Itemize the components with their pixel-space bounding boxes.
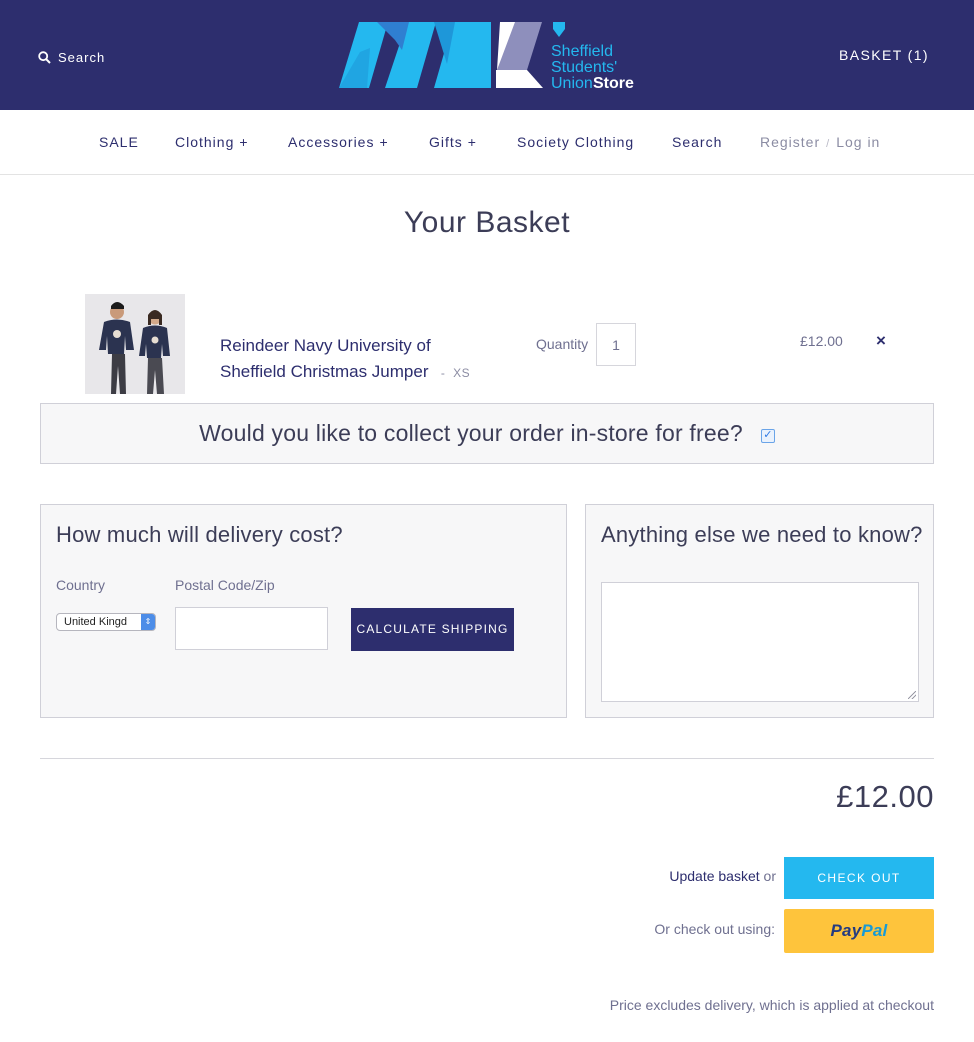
divider [40,758,934,759]
svg-text:Union: Union [551,75,593,90]
alt-checkout-label: Or check out using: [654,921,775,937]
or-text: or [763,868,776,884]
quantity-label: Quantity [536,336,589,352]
search-icon [38,51,51,64]
nav-label: Search [672,134,723,150]
expand-plus-icon: + [379,134,389,150]
expand-plus-icon: + [467,134,477,150]
variant-size: XS [453,366,471,380]
main-nav: SALE Clothing + Accessories + Gifts + Socie… [0,110,974,175]
svg-text:Sheffield: Sheffield [551,43,613,60]
svg-text:Store: Store [593,75,634,90]
update-basket-row: Update basket or [669,868,776,884]
header-search-label: Search [58,50,106,65]
site-header: Search Sheffield Students' Union Store B… [0,0,974,110]
remove-item-icon[interactable]: × [876,331,886,351]
nav-label: Gifts [429,134,463,150]
product-image[interactable] [85,294,185,394]
collect-in-store-box: Would you like to collect your order in-… [40,403,934,464]
resize-grip-icon[interactable] [908,691,916,699]
country-select[interactable]: United Kingd ⇕ [56,613,156,631]
collect-in-store-checkbox[interactable]: ✓ [760,428,775,443]
paypal-checkout-button[interactable]: Pay Pal [784,909,934,953]
nav-separator: / [826,138,831,150]
register-link[interactable]: Register [760,134,820,150]
nav-label: Society Clothing [517,134,635,150]
country-selected-value: United Kingd [64,616,127,628]
notes-title: Anything else we need to know? [601,522,923,547]
update-basket-link[interactable]: Update basket [669,868,759,884]
nav-item-gifts[interactable]: Gifts + [429,134,477,150]
basket-total: £12.00 [836,779,934,814]
product-name-link[interactable]: Reindeer Navy University of Sheffield Ch… [220,333,500,386]
nav-item-sale[interactable]: SALE [99,134,139,150]
basket-link[interactable]: BASKET (1) [839,47,929,63]
order-notes-textarea[interactable] [601,582,919,702]
nav-label: Accessories [288,134,375,150]
expand-plus-icon: + [239,134,249,150]
product-name: Reindeer Navy University of Sheffield Ch… [220,336,431,381]
svg-text:Students': Students' [551,59,617,76]
account-links: Register / Log in [760,134,880,150]
nav-label: Clothing [175,134,235,150]
variant-separator: - [440,366,446,380]
checkout-button[interactable]: CHECK OUT [784,857,934,899]
header-search-link[interactable]: Search [38,50,105,65]
postal-code-input[interactable] [175,607,328,650]
store-logo[interactable]: Sheffield Students' Union Store [337,20,639,90]
shipping-calculator-panel: How much will delivery cost? Country Pos… [40,504,567,718]
nav-item-society-clothing[interactable]: Society Clothing [517,134,634,150]
nav-item-accessories[interactable]: Accessories + [288,134,389,150]
select-arrows-icon: ⇕ [141,614,155,630]
checkmark-icon: ✓ [763,429,773,441]
nav-label: SALE [99,134,139,150]
shipping-title: How much will delivery cost? [56,522,343,547]
calculate-shipping-button[interactable]: CALCULATE SHIPPING [351,608,514,651]
quantity-input[interactable] [596,323,636,366]
nav-item-clothing[interactable]: Clothing + [175,134,249,150]
zip-label: Postal Code/Zip [175,577,275,593]
paypal-logo-pay: Pay [830,921,862,940]
line-item-price: £12.00 [800,333,843,349]
order-notes-panel: Anything else we need to know? [585,504,934,718]
login-link[interactable]: Log in [836,134,880,150]
collect-question: Would you like to collect your order in-… [199,420,743,446]
country-label: Country [56,577,106,593]
page-title: Your Basket [403,206,571,239]
delivery-note: Price excludes delivery, which is applie… [609,997,934,1013]
nav-item-search[interactable]: Search [672,134,722,150]
paypal-logo-pal: Pal [861,921,888,940]
